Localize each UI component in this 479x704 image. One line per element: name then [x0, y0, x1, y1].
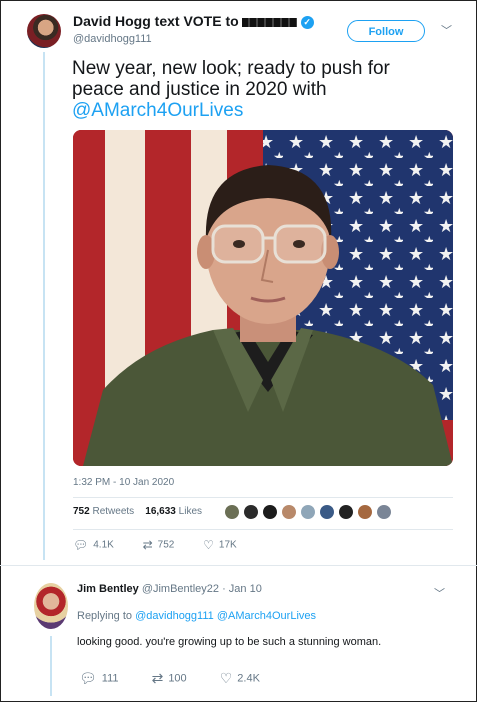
reply-retweet-count: 100 [168, 672, 187, 685]
mention-link[interactable]: @AMarch4OurLives [72, 100, 243, 121]
retweet-icon: ⇄ [151, 670, 164, 686]
reply-reply-count: 111 [101, 672, 119, 685]
photo-illustration: ★ ★ [73, 130, 453, 466]
reply-header: Jim Bentley @JimBentley22 · Jan 10 [77, 583, 262, 595]
reply-count: 4.1K [93, 539, 114, 551]
liker-avatar[interactable] [357, 504, 373, 520]
liker-avatar[interactable] [376, 504, 392, 520]
tweet-actions: 💬︎ 4.1K ⇄ 752 ♡ 17K [73, 538, 263, 552]
reply-handle-date[interactable]: @JimBentley22 · Jan 10 [142, 583, 262, 595]
tweet-timestamp[interactable]: 1:32 PM - 10 Jan 2020 [73, 477, 174, 488]
tweet-text: New year, new look; ready to push for pe… [72, 58, 442, 121]
like-button[interactable]: ♡ 17K [203, 538, 237, 552]
engagement-stats: 752 Retweets 16,633 Likes [73, 506, 202, 517]
verified-badge-icon: ✓ [300, 15, 314, 29]
retweets-stat[interactable]: 752 Retweets [73, 506, 134, 517]
likers-avatars [224, 504, 395, 520]
replying-prefix: Replying to [77, 610, 133, 622]
divider [73, 497, 453, 498]
reply-like-button[interactable]: ♡ 2.4K [220, 670, 260, 687]
heart-icon: ♡ [219, 670, 233, 686]
replying-to: Replying to @davidhogg111 @AMarch4OurLiv… [77, 610, 316, 622]
retweet-icon: ⇄ [142, 538, 153, 552]
tweet-separator [0, 565, 477, 566]
author-display-name[interactable]: David Hogg text VOTE to [73, 13, 239, 29]
author-handle[interactable]: @davidhogg111 [73, 33, 152, 45]
author-name-row[interactable]: David Hogg text VOTE to ✓ [73, 13, 314, 29]
liker-avatar[interactable] [281, 504, 297, 520]
chevron-down-icon[interactable]: ﹀ [441, 22, 452, 38]
likes-label: Likes [178, 506, 203, 517]
divider [73, 529, 453, 530]
liker-avatar[interactable] [262, 504, 278, 520]
reply-avatar[interactable] [34, 583, 68, 629]
liker-avatar[interactable] [243, 504, 259, 520]
thread-line [43, 52, 45, 560]
redaction-bar [241, 17, 297, 27]
liker-avatar[interactable] [338, 504, 354, 520]
likes-count: 16,633 [145, 506, 176, 517]
reply-text: looking good. you're growing up to be su… [77, 636, 382, 648]
replying-to-links[interactable]: @davidhogg111 @AMarch4OurLives [135, 610, 316, 622]
tweet-photo[interactable]: ★ ★ [73, 130, 453, 466]
liker-avatar[interactable] [300, 504, 316, 520]
reply-button[interactable]: 💬︎ 4.1K [73, 538, 114, 552]
reply-actions: 💬︎ 111 ⇄ 100 ♡ 2.4K [79, 670, 290, 687]
reply-retweet-button[interactable]: ⇄ 100 [152, 670, 187, 687]
liker-avatar[interactable] [319, 504, 335, 520]
heart-icon: ♡ [203, 538, 214, 552]
retweets-label: Retweets [92, 506, 135, 517]
retweet-button[interactable]: ⇄ 752 [143, 538, 175, 552]
reply-icon: 💬︎ [73, 538, 89, 552]
likes-stat[interactable]: 16,633 Likes [145, 506, 202, 517]
follow-button[interactable]: Follow [347, 20, 425, 42]
reply-thread-line [50, 636, 52, 696]
reply-like-count: 2.4K [237, 672, 260, 685]
retweet-count: 752 [157, 539, 175, 551]
reply-author-name[interactable]: Jim Bentley [77, 583, 139, 595]
tweet-text-body: New year, new look; ready to push for pe… [72, 58, 390, 100]
reply-reply-button[interactable]: 💬︎ 111 [79, 670, 119, 687]
reply-icon: 💬︎ [79, 670, 97, 686]
chevron-down-icon[interactable]: ﹀ [434, 585, 445, 601]
like-count: 17K [218, 539, 237, 551]
retweets-count: 752 [73, 506, 90, 517]
avatar[interactable] [27, 14, 61, 48]
liker-avatar[interactable] [224, 504, 240, 520]
